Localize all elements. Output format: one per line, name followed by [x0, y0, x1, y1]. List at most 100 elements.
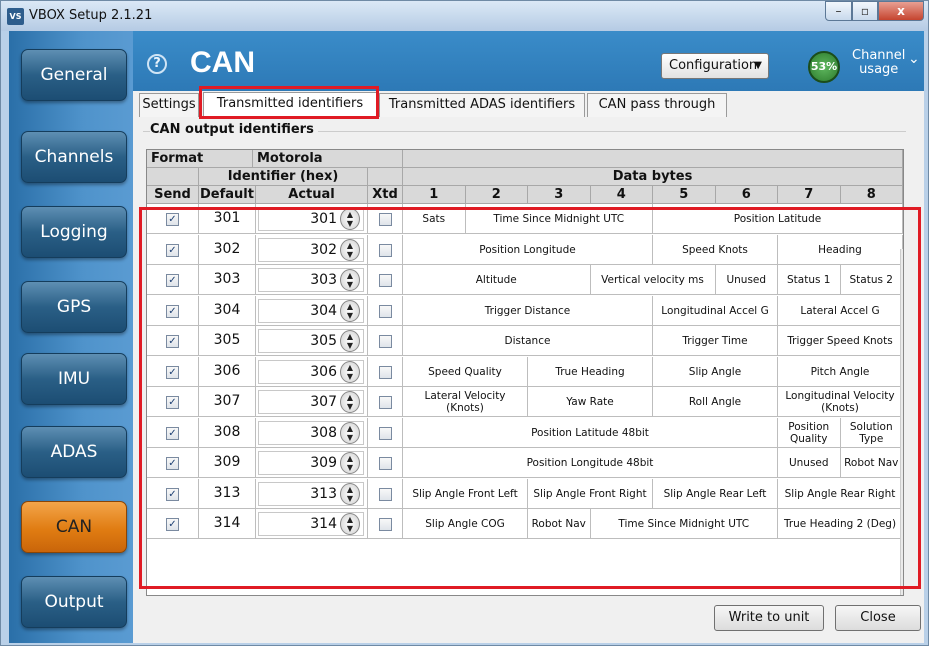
default-id-cell: 304 [199, 295, 256, 326]
data-byte-cell: Position Latitude 48bit [403, 417, 778, 448]
xtd-cell [368, 417, 403, 448]
xtd-checkbox[interactable] [379, 335, 392, 348]
xtd-checkbox[interactable] [379, 304, 392, 318]
xtd-checkbox[interactable] [379, 518, 392, 531]
data-byte-cell: Status 2 [841, 265, 903, 295]
send-checkbox[interactable]: ✓ [166, 457, 179, 470]
close-button[interactable]: Close [835, 605, 921, 631]
send-column-header: Send [147, 186, 199, 204]
data-byte-cell: Unused [716, 265, 778, 295]
spin-updown-icon[interactable]: ▲ ▼ [340, 421, 360, 444]
send-checkbox[interactable]: ✓ [166, 274, 179, 287]
byte-2-header: 2 [465, 186, 528, 204]
nav-gps-button[interactable]: GPS [21, 281, 127, 333]
data-byte-cell: Trigger Time [653, 326, 778, 356]
send-checkbox[interactable]: ✓ [166, 365, 179, 379]
spin-updown-icon[interactable]: ▲ ▼ [340, 360, 360, 383]
data-byte-cell: Vertical velocity ms [591, 265, 716, 295]
nav-imu-button[interactable]: IMU [21, 353, 127, 405]
xtd-cell [368, 295, 403, 326]
xtd-checkbox[interactable] [379, 274, 392, 287]
nav-output-button[interactable]: Output [21, 576, 127, 628]
send-checkbox[interactable]: ✓ [166, 243, 179, 257]
actual-column-header: Actual [256, 186, 368, 204]
help-icon[interactable]: ? [147, 54, 167, 74]
xtd-checkbox[interactable] [379, 213, 392, 226]
send-cell: ✓ [147, 234, 199, 265]
send-checkbox[interactable]: ✓ [166, 213, 179, 226]
send-checkbox[interactable]: ✓ [166, 518, 179, 531]
write-to-unit-button[interactable]: Write to unit [714, 605, 824, 631]
xtd-checkbox[interactable] [379, 426, 392, 440]
nav-general-button[interactable]: General [21, 49, 127, 101]
send-cell: ✓ [147, 387, 199, 417]
xtd-checkbox[interactable] [379, 243, 392, 257]
xtd-cell [368, 448, 403, 478]
vertical-scrollbar[interactable] [900, 249, 904, 595]
actual-id-cell: 314 ▲ ▼ [256, 509, 368, 539]
data-byte-cell: Solution Type [841, 417, 903, 448]
configuration-dropdown[interactable]: Configuration ▼ [661, 53, 769, 79]
spin-updown-icon[interactable]: ▲ ▼ [340, 208, 360, 230]
spin-updown-icon[interactable]: ▲ ▼ [340, 238, 360, 261]
data-byte-cell: Robot Nav [528, 509, 591, 539]
actual-id-cell: 303 ▲ ▼ [256, 265, 368, 295]
data-byte-cell: Time Since Midnight UTC [466, 204, 653, 234]
table-row: ✓ 305 305 ▲ ▼ Distance Trigger Time Trigger Spe… [147, 326, 903, 356]
header-spacer [147, 168, 199, 186]
spin-updown-icon[interactable]: ▲ ▼ [340, 299, 360, 322]
send-checkbox[interactable]: ✓ [166, 487, 179, 501]
spin-updown-icon[interactable]: ▲ ▼ [340, 452, 360, 474]
xtd-checkbox[interactable] [379, 365, 392, 379]
default-id-cell: 308 [199, 417, 256, 448]
send-checkbox[interactable]: ✓ [166, 426, 179, 440]
actual-id-cell: 304 ▲ ▼ [256, 295, 368, 326]
chevron-down-icon: ▼ [754, 60, 762, 71]
data-byte-cell: Roll Angle [653, 387, 778, 417]
minimize-button[interactable]: – [825, 1, 852, 21]
send-cell: ✓ [147, 509, 199, 539]
tab-transmitted-adas-identifiers[interactable]: Transmitted ADAS identifiers [379, 93, 585, 117]
send-cell: ✓ [147, 204, 199, 234]
table-row: ✓ 304 304 ▲ ▼ Trigger Distance Longitudinal Ac… [147, 295, 903, 326]
tab-settings[interactable]: Settings [139, 93, 199, 117]
xtd-checkbox[interactable] [379, 487, 392, 501]
nav-can-button[interactable]: CAN [21, 501, 127, 553]
chevron-down-icon[interactable]: ⌄ [908, 51, 920, 67]
xtd-checkbox[interactable] [379, 457, 392, 470]
tab-can-pass-through[interactable]: CAN pass through [587, 93, 727, 117]
spin-updown-icon[interactable]: ▲ ▼ [340, 391, 360, 413]
byte-4-header: 4 [590, 186, 653, 204]
page-header: ? CAN Configuration ▼ 53% Channel usage … [133, 31, 924, 91]
spin-updown-icon[interactable]: ▲ ▼ [340, 330, 360, 352]
maximize-button[interactable]: ▫ [852, 1, 878, 21]
channel-usage-label[interactable]: Channel usage [852, 49, 905, 77]
data-byte-cell: Position Longitude 48bit [403, 448, 778, 478]
spin-updown-icon[interactable]: ▲ ▼ [340, 482, 360, 505]
send-checkbox[interactable]: ✓ [166, 304, 179, 318]
spin-updown-icon[interactable]: ▲ ▼ [340, 269, 360, 291]
data-byte-cell: Status 1 [778, 265, 841, 295]
spin-updown-icon[interactable]: ▲ ▼ [340, 513, 360, 535]
nav-adas-button[interactable]: ADAS [21, 426, 127, 478]
default-id-cell: 301 [199, 204, 256, 234]
data-byte-cell: Trigger Distance [403, 295, 653, 326]
scrollbar-thumb[interactable] [903, 289, 904, 499]
data-byte-cell: Unused [778, 448, 841, 478]
byte-3-header: 3 [528, 186, 591, 204]
close-window-button[interactable]: x [878, 1, 924, 21]
title-bar[interactable]: VS VBOX Setup 2.1.21 – ▫ x [1, 1, 928, 31]
xtd-cell [368, 326, 403, 356]
xtd-checkbox[interactable] [379, 396, 392, 409]
data-byte-cell: Pitch Angle [778, 356, 903, 387]
send-cell: ✓ [147, 295, 199, 326]
data-bytes-header: Data bytes [403, 168, 903, 186]
send-checkbox[interactable]: ✓ [166, 396, 179, 409]
send-checkbox[interactable]: ✓ [166, 335, 179, 348]
default-id-cell: 309 [199, 448, 256, 478]
xtd-spacer [368, 168, 403, 186]
tab-transmitted-identifiers[interactable]: Transmitted identifiers [203, 92, 377, 117]
nav-logging-button[interactable]: Logging [21, 206, 127, 258]
data-byte-cell: Heading [778, 234, 903, 265]
nav-channels-button[interactable]: Channels [21, 131, 127, 183]
